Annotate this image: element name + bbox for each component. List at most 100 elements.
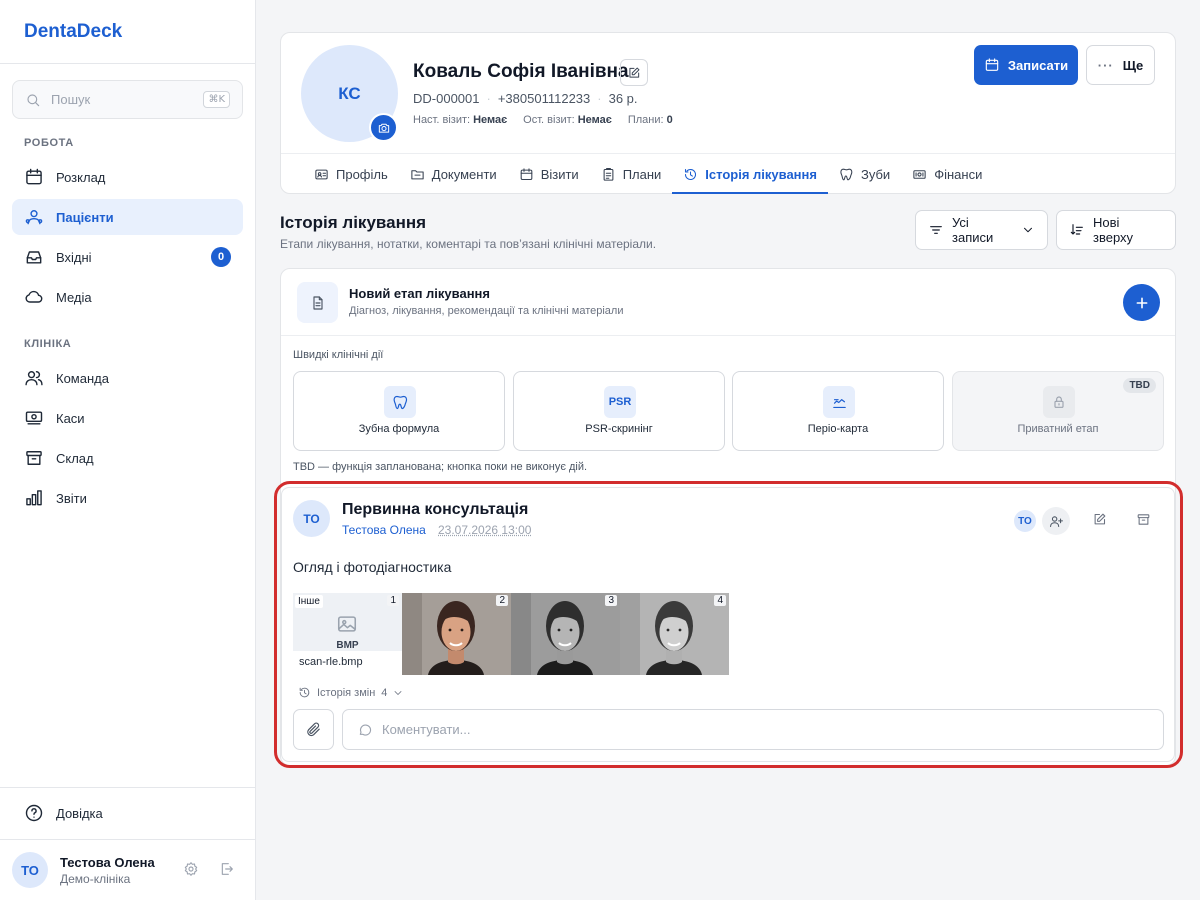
tab-plans[interactable]: Плани bbox=[590, 154, 673, 194]
settings-icon[interactable] bbox=[183, 861, 199, 877]
tab-teeth[interactable]: Зуби bbox=[828, 154, 901, 194]
tbd-note: TBD — функція запланована; кнопка поки н… bbox=[293, 461, 588, 473]
divider bbox=[0, 839, 255, 840]
tab-label: Фінанси bbox=[934, 166, 983, 182]
file-name: scan-rle.bmp bbox=[299, 656, 363, 668]
sidebar-item-label: Медіа bbox=[56, 289, 92, 305]
tab-label: Візити bbox=[540, 166, 579, 182]
archive-icon[interactable] bbox=[1136, 512, 1151, 527]
sidebar-item-label: Розклад bbox=[56, 169, 106, 185]
more-button[interactable]: ··· Ще bbox=[1086, 45, 1155, 85]
folder-icon bbox=[410, 167, 425, 182]
sidebar-item-label: Довідка bbox=[56, 805, 103, 821]
add-stage-button[interactable] bbox=[1123, 284, 1160, 321]
plans-label: Плани: bbox=[627, 114, 664, 126]
logout-icon[interactable] bbox=[219, 861, 235, 877]
tab-label: Історія лікування bbox=[705, 166, 817, 182]
divider bbox=[0, 787, 255, 788]
change-history-toggle[interactable]: Історія змін 4 bbox=[298, 686, 404, 699]
camera-icon[interactable] bbox=[369, 113, 398, 142]
patient-age: 36 р. bbox=[608, 91, 638, 106]
sidebar-item-cash[interactable]: Каси bbox=[12, 400, 243, 436]
history-icon bbox=[298, 686, 311, 699]
tab-treatment-history[interactable]: Історія лікування bbox=[672, 154, 828, 194]
team-icon bbox=[24, 368, 44, 388]
patient-phone: +380501112233 bbox=[497, 91, 591, 106]
perio-chart-icon bbox=[823, 386, 855, 418]
entry-author[interactable]: Тестова Олена bbox=[342, 523, 426, 537]
history-count: 4 bbox=[381, 686, 388, 699]
avatar[interactable]: ТО bbox=[12, 852, 48, 888]
quick-actions-label: Швидкі клінічні дії bbox=[293, 349, 384, 361]
sidebar-item-reports[interactable]: Звіти bbox=[12, 480, 243, 516]
sidebar-item-inbox[interactable]: Вхідні 0 bbox=[12, 239, 243, 275]
search-icon bbox=[25, 92, 41, 108]
section-label-clinic: КЛІНІКА bbox=[24, 338, 72, 350]
chat-bubble-icon bbox=[357, 722, 373, 738]
edit-icon[interactable] bbox=[1092, 512, 1107, 527]
sidebar-item-team[interactable]: Команда bbox=[12, 360, 243, 396]
help-icon bbox=[24, 803, 44, 823]
sidebar-item-warehouse[interactable]: Склад bbox=[12, 440, 243, 476]
attachment-photo[interactable]: 4 bbox=[620, 593, 729, 675]
sidebar-item-label: Каси bbox=[56, 410, 85, 426]
quick-action-psr[interactable]: PSR PSR-скринінг bbox=[513, 371, 725, 451]
quick-action-private-stage[interactable]: TBD Приватний етап bbox=[952, 371, 1164, 451]
entry-title: Первинна консультація bbox=[342, 501, 529, 518]
filter-icon bbox=[928, 222, 944, 238]
attachment-photo[interactable]: 2 bbox=[402, 593, 511, 675]
sidebar-item-media[interactable]: Медіа bbox=[12, 279, 243, 315]
user-plus-icon bbox=[1049, 514, 1064, 529]
attachment-photo[interactable]: 3 bbox=[511, 593, 620, 675]
search-input[interactable]: Пошук ⌘K bbox=[12, 80, 243, 119]
divider bbox=[281, 335, 1175, 336]
section-subtitle: Етапи лікування, нотатки, коментарі та п… bbox=[280, 237, 657, 251]
attachment-thumbnail[interactable]: Інше 1 BMP scan-rle.bmp bbox=[293, 593, 402, 675]
sidebar-item-help[interactable]: Довідка bbox=[12, 795, 243, 831]
users-icon bbox=[24, 207, 44, 227]
attach-file-button[interactable] bbox=[293, 709, 334, 750]
chevron-down-icon bbox=[1021, 223, 1035, 237]
tab-label: Профіль bbox=[336, 166, 388, 182]
attachment-type-label: Інше bbox=[295, 595, 323, 608]
tab-label: Зуби bbox=[860, 166, 891, 182]
tab-finance[interactable]: Фінанси bbox=[901, 154, 993, 194]
calendar-icon bbox=[519, 167, 534, 182]
portrait-photo bbox=[402, 593, 511, 675]
filter-dropdown[interactable]: Усі записи bbox=[915, 210, 1048, 250]
sidebar: DentaDeck Пошук ⌘K РОБОТА Розклад Пацієн… bbox=[0, 0, 256, 900]
comment-input[interactable]: Коментувати... bbox=[342, 709, 1164, 750]
filter-label: Усі записи bbox=[952, 215, 994, 245]
quick-action-dental-formula[interactable]: Зубна формула bbox=[293, 371, 505, 451]
new-stage-subtitle: Діагноз, лікування, рекомендації та клін… bbox=[349, 305, 624, 317]
new-stage-title: Новий етап лікування bbox=[349, 286, 490, 301]
divider bbox=[0, 63, 255, 64]
treatment-entry: ТО Первинна консультація Тестова Олена 2… bbox=[281, 487, 1175, 762]
quick-action-label: Періо-карта bbox=[807, 423, 869, 435]
tab-label: Документи bbox=[431, 166, 497, 182]
user-name: Тестова Олена bbox=[60, 855, 155, 870]
next-visit-label: Наст. візит: bbox=[413, 114, 471, 126]
cash-icon bbox=[24, 408, 44, 428]
quick-action-perio-chart[interactable]: Періо-карта bbox=[732, 371, 944, 451]
tab-profile[interactable]: Профіль bbox=[303, 154, 399, 194]
entry-text: Огляд і фотодіагностика bbox=[293, 559, 452, 575]
quick-action-label: Приватний етап bbox=[1017, 423, 1099, 435]
patient-visit-summary: Наст. візит: Немає Ост. візит: Немає Плани… bbox=[413, 114, 673, 126]
edit-patient-button[interactable] bbox=[620, 59, 648, 86]
image-icon bbox=[336, 613, 358, 635]
sort-icon bbox=[1069, 222, 1085, 238]
sort-button[interactable]: Нові зверху bbox=[1056, 210, 1176, 250]
book-appointment-button[interactable]: Записати bbox=[974, 45, 1078, 85]
cloud-icon bbox=[24, 287, 44, 307]
tab-visits[interactable]: Візити bbox=[508, 154, 590, 194]
sidebar-item-schedule[interactable]: Розклад bbox=[12, 159, 243, 195]
entry-date: 23.07.2026 13:00 bbox=[438, 523, 532, 537]
add-participant-button[interactable] bbox=[1042, 507, 1070, 535]
patient-id: DD-000001 bbox=[413, 91, 480, 106]
sidebar-item-patients[interactable]: Пацієнти bbox=[12, 199, 243, 235]
brand-logo[interactable]: DentaDeck bbox=[24, 21, 122, 43]
patient-header-card: КС Коваль Софія Іванівна DD-000001 · +38… bbox=[280, 32, 1176, 194]
tab-documents[interactable]: Документи bbox=[399, 154, 508, 194]
calendar-icon bbox=[24, 167, 44, 187]
